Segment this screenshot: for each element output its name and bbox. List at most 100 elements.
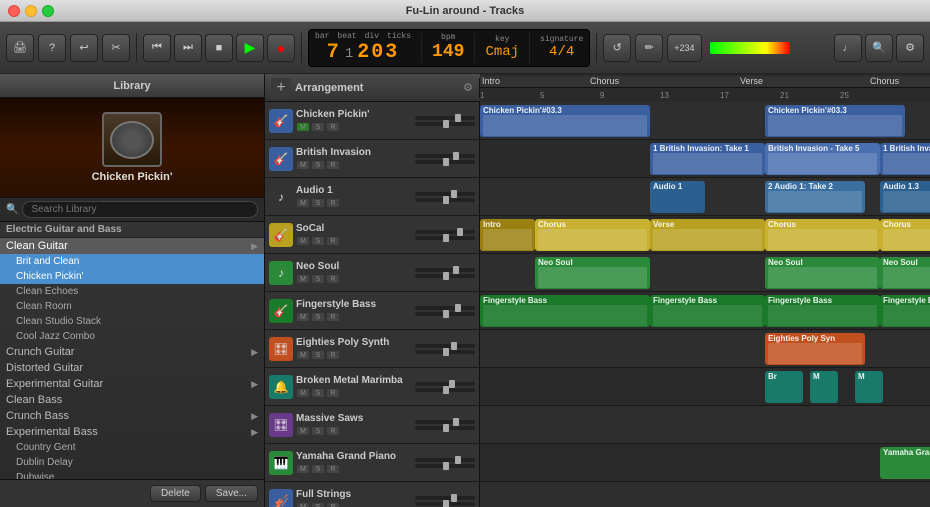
track-mute-btn[interactable]: M: [296, 274, 310, 284]
close-button[interactable]: [8, 5, 20, 17]
track-solo-btn[interactable]: S: [311, 122, 325, 132]
track-fader[interactable]: [415, 154, 475, 158]
track-block[interactable]: Fingerstyle Bass: [880, 295, 930, 327]
track-block[interactable]: M: [855, 371, 883, 403]
track-pan[interactable]: [415, 350, 475, 354]
track-block[interactable]: Neo Soul: [765, 257, 880, 289]
library-item-cool-jazz[interactable]: Cool Jazz Combo: [0, 329, 264, 344]
track-block[interactable]: Yamaha Grand Piano: [880, 447, 930, 479]
track-record-btn[interactable]: R: [326, 122, 340, 132]
track-block[interactable]: Fingerstyle Bass: [765, 295, 880, 327]
record-button[interactable]: ●: [267, 34, 295, 62]
track-fader[interactable]: [415, 382, 475, 386]
track-block[interactable]: Chicken Pickin'#03.3: [480, 105, 650, 137]
arrangement-settings-button[interactable]: ⚙: [463, 81, 473, 94]
track-fader[interactable]: [415, 496, 475, 500]
library-section-distorted[interactable]: Distorted Guitar: [0, 360, 264, 376]
track-solo-btn[interactable]: S: [311, 236, 325, 246]
track-block[interactable]: Neo Soul: [880, 257, 930, 289]
track-block[interactable]: British Invasion - Take 5: [765, 143, 880, 175]
track-block[interactable]: Verse: [650, 219, 765, 251]
search-button[interactable]: 🔍: [865, 34, 893, 62]
rewind-button[interactable]: ⏮: [143, 34, 171, 62]
track-mute-btn[interactable]: M: [296, 388, 310, 398]
track-timeline-yamaha[interactable]: Yamaha Grand Piano Yamaha: [480, 444, 930, 481]
track-record-btn[interactable]: R: [326, 198, 340, 208]
library-section-experimental[interactable]: Experimental Guitar ▶: [0, 376, 264, 392]
track-mute-btn[interactable]: M: [296, 236, 310, 246]
track-record-btn[interactable]: R: [326, 388, 340, 398]
track-mute-btn[interactable]: M: [296, 464, 310, 474]
track-timeline-neosoul[interactable]: Neo Soul Neo Soul Neo Soul: [480, 254, 930, 291]
track-pan[interactable]: [415, 160, 475, 164]
maximize-button[interactable]: [42, 5, 54, 17]
track-fader[interactable]: [415, 230, 475, 234]
track-pan[interactable]: [415, 426, 475, 430]
track-fader[interactable]: [415, 344, 475, 348]
track-timeline-audio1[interactable]: Audio 1 2 Audio 1: Take 2 Audio 1.3: [480, 178, 930, 215]
library-item-dubwise[interactable]: Dubwise: [0, 470, 264, 479]
track-pan[interactable]: [415, 274, 475, 278]
save-button[interactable]: Save...: [205, 485, 258, 502]
track-timeline-eighties[interactable]: Eighties Poly Syn: [480, 330, 930, 367]
track-record-btn[interactable]: R: [326, 160, 340, 170]
track-mute-btn[interactable]: M: [296, 160, 310, 170]
track-mute-btn[interactable]: M: [296, 312, 310, 322]
track-pan[interactable]: [415, 312, 475, 316]
library-item-country[interactable]: Country Gent: [0, 440, 264, 455]
track-solo-btn[interactable]: S: [311, 502, 325, 507]
track-block[interactable]: Br: [765, 371, 803, 403]
add-track-button[interactable]: +: [271, 78, 291, 98]
track-pan[interactable]: [415, 464, 475, 468]
track-record-btn[interactable]: R: [326, 350, 340, 360]
track-fader[interactable]: [415, 306, 475, 310]
library-section-crunch-bass[interactable]: Crunch Bass ▶: [0, 408, 264, 424]
library-section-exp-bass[interactable]: Experimental Bass ▶: [0, 424, 264, 440]
track-fader[interactable]: [415, 268, 475, 272]
track-mute-btn[interactable]: M: [296, 350, 310, 360]
cycle-button[interactable]: ↺: [603, 34, 631, 62]
track-record-btn[interactable]: R: [326, 502, 340, 507]
count-in-button[interactable]: +234: [667, 34, 701, 62]
track-record-btn[interactable]: R: [326, 426, 340, 436]
play-button[interactable]: ▶: [236, 34, 264, 62]
track-block[interactable]: Audio 1.3: [880, 181, 930, 213]
track-block[interactable]: Intro: [480, 219, 535, 251]
track-fader[interactable]: [415, 420, 475, 424]
track-record-btn[interactable]: R: [326, 464, 340, 474]
undo-button[interactable]: ↩: [70, 34, 98, 62]
track-mute-btn[interactable]: M: [296, 122, 310, 132]
midi-button[interactable]: ♩: [834, 34, 862, 62]
help-button[interactable]: ?: [38, 34, 66, 62]
track-block[interactable]: Neo Soul: [535, 257, 650, 289]
track-record-btn[interactable]: R: [326, 312, 340, 322]
track-block[interactable]: Eighties Poly Syn: [765, 333, 865, 365]
library-item-chicken[interactable]: Chicken Pickin': [0, 269, 264, 284]
delete-button[interactable]: Delete: [150, 485, 201, 502]
track-solo-btn[interactable]: S: [311, 312, 325, 322]
track-fader[interactable]: [415, 116, 475, 120]
minimize-button[interactable]: [25, 5, 37, 17]
track-block[interactable]: Chorus: [880, 219, 930, 251]
track-timeline-chicken[interactable]: Chicken Pickin'#03.3 Chicken Pickin'#03.…: [480, 102, 930, 139]
track-timeline-socal[interactable]: Intro Chorus Verse Chorus: [480, 216, 930, 253]
track-block[interactable]: Fingerstyle Bass: [480, 295, 650, 327]
search-input[interactable]: [22, 201, 258, 218]
pencil-button[interactable]: ✏: [635, 34, 663, 62]
track-solo-btn[interactable]: S: [311, 350, 325, 360]
library-item-clean-room[interactable]: Clean Room: [0, 299, 264, 314]
track-block[interactable]: 1 British Invasion: Take 1: [880, 143, 930, 175]
track-pan[interactable]: [415, 122, 475, 126]
track-pan[interactable]: [415, 502, 475, 506]
forward-button[interactable]: ⏭: [174, 34, 202, 62]
track-block[interactable]: Fingerstyle Bass: [650, 295, 765, 327]
track-timeline-massive[interactable]: [480, 406, 930, 443]
track-solo-btn[interactable]: S: [311, 464, 325, 474]
track-mute-btn[interactable]: M: [296, 502, 310, 507]
track-block[interactable]: Chorus: [535, 219, 650, 251]
library-section-clean-bass[interactable]: Clean Bass: [0, 392, 264, 408]
track-solo-btn[interactable]: S: [311, 274, 325, 284]
track-pan[interactable]: [415, 388, 475, 392]
library-item-clean-echoes[interactable]: Clean Echoes: [0, 284, 264, 299]
stop-button[interactable]: ■: [205, 34, 233, 62]
